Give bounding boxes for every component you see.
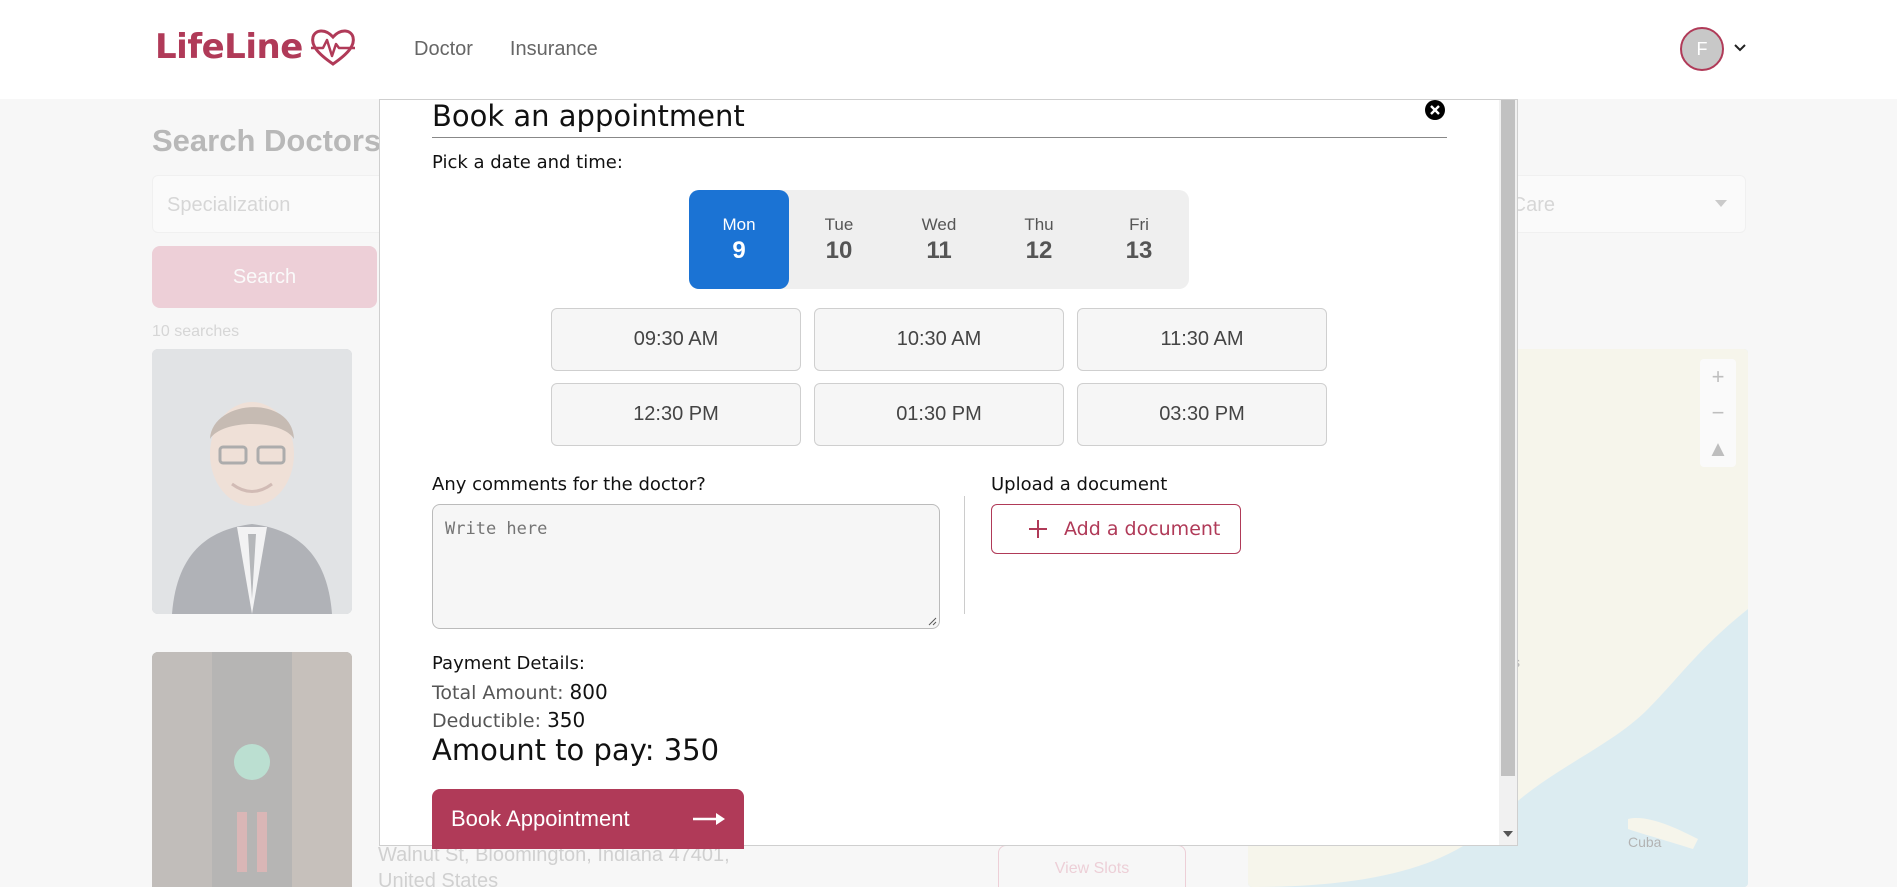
close-icon[interactable]: [1425, 100, 1445, 120]
day-mon[interactable]: Mon 9: [689, 190, 789, 289]
amount-to-pay: Amount to pay: 350: [432, 733, 720, 767]
street-night-image: [152, 652, 352, 887]
map-label-cuba: Cuba: [1628, 834, 1662, 850]
upload-label: Upload a document: [991, 474, 1168, 495]
doctor-photo: [152, 349, 352, 614]
search-button[interactable]: Search: [152, 246, 377, 308]
add-document-button[interactable]: Add a document: [991, 504, 1241, 554]
zoom-out-icon[interactable]: −: [1700, 395, 1736, 431]
plus-icon: [1029, 520, 1047, 538]
day-name: Wed: [921, 214, 957, 234]
care-type-select[interactable]: d Care: [1480, 175, 1746, 233]
clinic-photo: [152, 652, 352, 887]
book-appointment-modal: Book an appointment Pick a date and time…: [379, 99, 1518, 849]
map-zoom-controls: + − ▲: [1700, 359, 1736, 467]
main-nav: Doctor Insurance: [414, 38, 598, 61]
logo-text: LifeLine: [155, 27, 303, 67]
payment-title: Payment Details:: [432, 653, 585, 674]
day-name: Thu: [1024, 214, 1054, 234]
vertical-divider: [964, 496, 965, 614]
scroll-down-arrow-icon[interactable]: [1503, 831, 1513, 837]
deductible-row: Deductible: 350: [432, 708, 585, 732]
book-appointment-label: Book Appointment: [451, 806, 630, 831]
chevron-down-icon[interactable]: [1730, 38, 1750, 58]
nav-insurance[interactable]: Insurance: [510, 38, 598, 61]
day-name: Mon: [722, 214, 756, 234]
day-name: Tue: [824, 214, 854, 234]
address-line-2: United States: [378, 870, 499, 887]
specialization-input[interactable]: Specialization: [152, 175, 392, 233]
time-slot-button[interactable]: 09:30 AM: [551, 308, 801, 371]
time-slot-button[interactable]: 10:30 AM: [814, 308, 1064, 371]
deductible-label: Deductible:: [432, 710, 542, 732]
total-amount-row: Total Amount: 800: [432, 680, 608, 704]
modal-title: Book an appointment: [432, 100, 1447, 138]
doctor-portrait-image: [152, 349, 352, 614]
book-appointment-button[interactable]: Book Appointment: [432, 789, 744, 849]
logo[interactable]: LifeLine: [155, 26, 357, 68]
compass-icon[interactable]: ▲: [1700, 431, 1736, 467]
arrow-right-icon: [693, 813, 725, 825]
zoom-in-icon[interactable]: +: [1700, 359, 1736, 395]
comments-textarea[interactable]: [432, 504, 940, 629]
day-picker: Mon 9 Tue 10 Wed 11 Thu 12 Fri 13: [689, 190, 1189, 289]
heart-pulse-icon: [310, 29, 355, 66]
day-number: 11: [926, 236, 952, 264]
day-fri[interactable]: Fri 13: [1089, 190, 1189, 289]
deductible-value: 350: [547, 708, 586, 732]
day-name: Fri: [1129, 214, 1149, 234]
total-amount-value: 800: [569, 680, 608, 704]
page-title: Search Doctors: [152, 123, 382, 158]
day-thu[interactable]: Thu 12: [989, 190, 1089, 289]
add-document-label: Add a document: [1064, 518, 1221, 540]
day-number: 12: [1025, 236, 1053, 264]
time-slot-button[interactable]: 12:30 PM: [551, 383, 801, 446]
pick-date-label: Pick a date and time:: [432, 152, 623, 173]
day-number: 10: [825, 236, 853, 264]
comments-label: Any comments for the doctor?: [432, 474, 706, 495]
nav-doctor[interactable]: Doctor: [414, 38, 473, 61]
view-slots-button[interactable]: View Slots: [998, 845, 1186, 887]
day-tue[interactable]: Tue 10: [789, 190, 889, 289]
time-slot-button[interactable]: 01:30 PM: [814, 383, 1064, 446]
total-amount-label: Total Amount:: [432, 682, 564, 704]
day-number: 9: [732, 236, 746, 264]
time-slot-button[interactable]: 03:30 PM: [1077, 383, 1327, 446]
day-number: 13: [1125, 236, 1153, 264]
time-slot-grid: 09:30 AM 10:30 AM 11:30 AM 12:30 PM 01:3…: [551, 308, 1327, 446]
scrollbar-thumb[interactable]: [1501, 100, 1515, 776]
resize-grip-icon[interactable]: [927, 616, 937, 626]
result-count: 10 searches: [152, 323, 240, 340]
caret-down-icon: [1715, 200, 1727, 207]
avatar-initial: F: [1696, 38, 1708, 59]
day-wed[interactable]: Wed 11: [889, 190, 989, 289]
avatar[interactable]: F: [1680, 27, 1724, 71]
time-slot-button[interactable]: 11:30 AM: [1077, 308, 1327, 371]
top-navbar: LifeLine Doctor Insurance F: [0, 0, 1897, 99]
modal-scrollbar[interactable]: [1499, 100, 1517, 845]
